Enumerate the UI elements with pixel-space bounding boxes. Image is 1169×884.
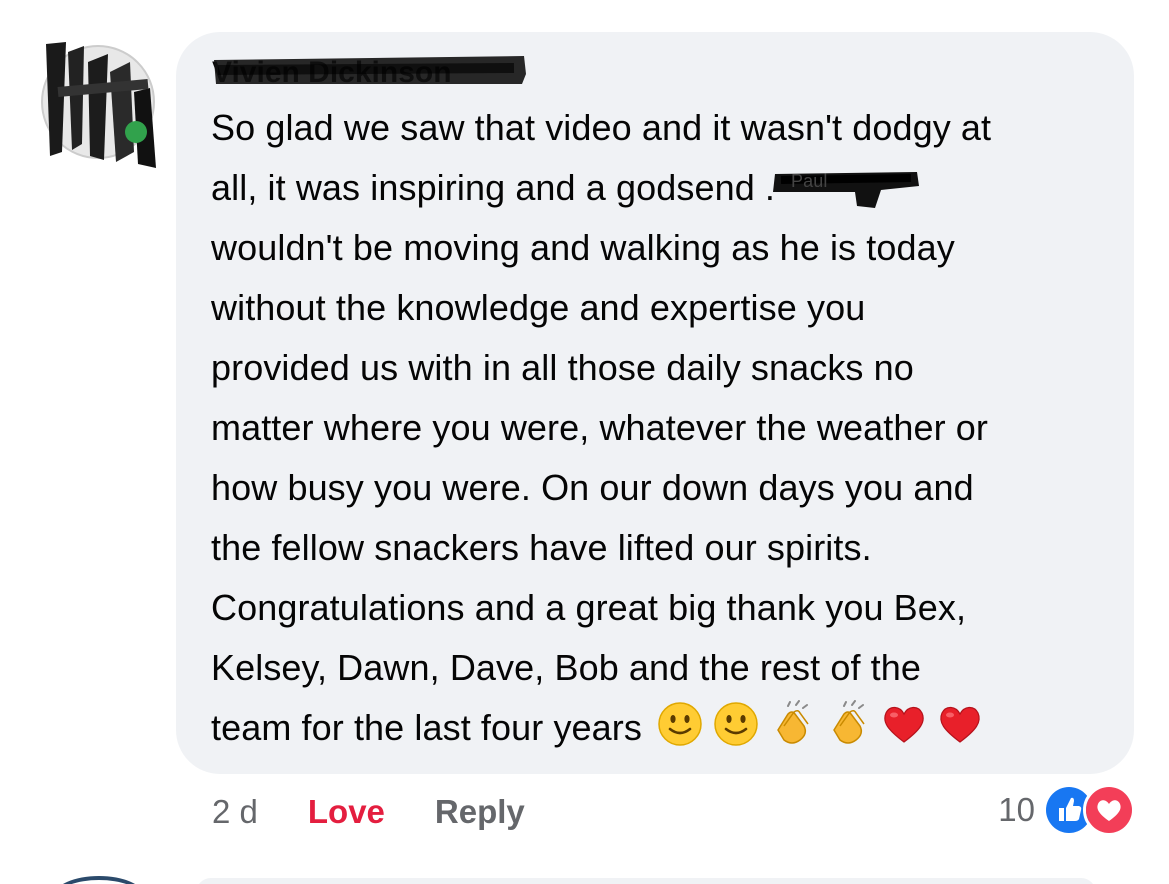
reply-button[interactable]: Reply (435, 793, 525, 831)
comment-thread: Vivien Dickinson So glad we saw that vid… (0, 0, 1169, 884)
comment-line: without the knowledge and expertise you (211, 287, 866, 328)
tagged-name-redaction[interactable]: Paul (771, 168, 921, 212)
comment-line: wouldn't be moving and walking as he is … (211, 227, 955, 268)
love-button[interactable]: Love (308, 793, 385, 831)
red-heart-icon (936, 700, 984, 748)
reactions-summary[interactable]: 10 (998, 784, 1135, 836)
redacted-name-text: Paul (791, 171, 827, 191)
comment-line: provided us with in all those daily snac… (211, 347, 914, 388)
comment-line: matter where you were, whatever the weat… (211, 407, 988, 448)
comment-line-text: team for the last four years (211, 707, 642, 748)
comment-text: So glad we saw that video and it wasn't … (211, 98, 1116, 758)
reaction-count: 10 (998, 791, 1035, 828)
red-heart-icon (880, 700, 928, 748)
next-commenter-avatar[interactable] (54, 876, 144, 884)
author-name-redaction (214, 56, 526, 84)
comment-line: how busy you were. On our down days you … (211, 467, 974, 508)
comment-line: Congratulations and a great big thank yo… (211, 587, 967, 628)
redacted-avatar-image (41, 42, 156, 168)
emoji-group (656, 700, 984, 748)
comment-line-text: all, it was inspiring and a godsend . (211, 167, 776, 208)
comment-actions: 2 d Love Reply (212, 790, 525, 834)
clapping-hands-icon (768, 700, 816, 748)
comment-line: So glad we saw that video and it wasn't … (211, 107, 992, 148)
comment-timestamp[interactable]: 2 d (212, 793, 258, 831)
comment-line: Kelsey, Dawn, Dave, Bob and the rest of … (211, 647, 922, 688)
love-icon (1083, 784, 1135, 836)
slightly-smiling-face-icon (712, 700, 760, 748)
next-comment-bubble (196, 878, 1096, 884)
comment-line: the fellow snackers have lifted our spir… (211, 527, 872, 568)
comment-line: all, it was inspiring and a godsend . Pau… (211, 158, 1116, 218)
slightly-smiling-face-icon (656, 700, 704, 748)
commenter-avatar[interactable] (38, 32, 156, 172)
comment-line: team for the last four years (211, 698, 1116, 758)
clapping-hands-icon (824, 700, 872, 748)
